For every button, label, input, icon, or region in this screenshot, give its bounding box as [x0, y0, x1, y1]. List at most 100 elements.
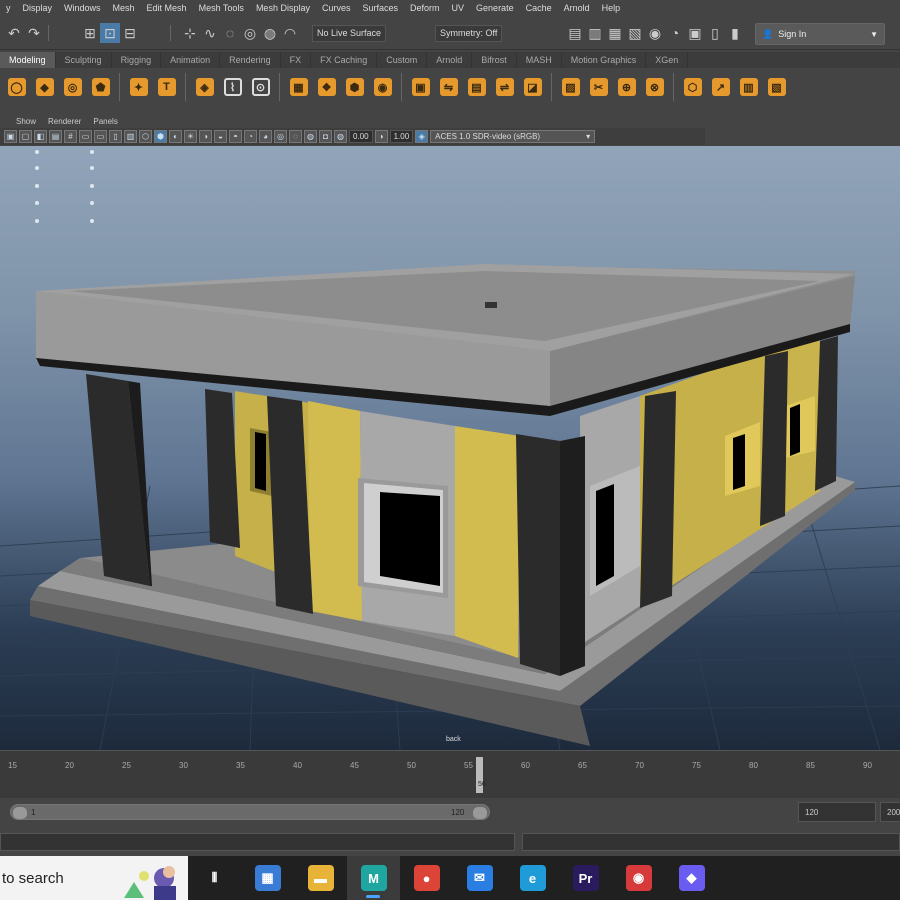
textured-icon[interactable]: ◐: [169, 130, 182, 143]
modeling-toolkit-icon[interactable]: ▣: [685, 23, 705, 43]
smooth-icon[interactable]: ◉: [370, 74, 395, 100]
shelf-tab-fx[interactable]: FX: [281, 52, 312, 68]
shelf-tab-sculpting[interactable]: Sculpting: [56, 52, 112, 68]
sign-in-button[interactable]: 👤 Sign In ▼: [755, 23, 885, 45]
gamma-field[interactable]: 1.00: [389, 130, 414, 143]
lights-icon[interactable]: ☀: [184, 130, 197, 143]
menu-mesh-tools[interactable]: Mesh Tools: [193, 3, 250, 13]
shelf-tab-fx-caching[interactable]: FX Caching: [311, 52, 378, 68]
isolate-select-icon[interactable]: ◎: [274, 130, 287, 143]
svg-icon[interactable]: ◈: [192, 74, 217, 100]
bevel-icon[interactable]: ◪: [520, 74, 545, 100]
select-hierarchy-icon[interactable]: ⊞: [80, 23, 100, 43]
planar-map-icon[interactable]: ▧: [764, 74, 789, 100]
panel-menu-panels[interactable]: Panels: [87, 117, 123, 126]
booleans-icon[interactable]: ▣: [408, 74, 433, 100]
shelf-tab-xgen[interactable]: XGen: [646, 52, 689, 68]
merge-icon[interactable]: ⊗: [642, 74, 667, 100]
render-frame-icon[interactable]: ▥: [585, 23, 605, 43]
extrude-icon[interactable]: ▤: [464, 74, 489, 100]
taskbar-search-box[interactable]: to search: [0, 856, 188, 900]
film-gate-icon[interactable]: ▭: [79, 130, 92, 143]
snap-icon[interactable]: ⊙: [248, 74, 273, 100]
ipr-render-icon[interactable]: ▦: [605, 23, 625, 43]
field-chart-icon[interactable]: ▥: [124, 130, 137, 143]
shadows-icon[interactable]: ◑: [199, 130, 212, 143]
poly-torus-icon[interactable]: ◎: [60, 74, 85, 100]
select-object-icon[interactable]: ⊡: [100, 23, 120, 43]
append-icon[interactable]: ▨: [558, 74, 583, 100]
channel-box-icon[interactable]: ▮: [725, 23, 745, 43]
target-weld-icon[interactable]: ⊕: [614, 74, 639, 100]
xray-icon[interactable]: ◌: [289, 130, 302, 143]
playback-max-field[interactable]: 200: [880, 802, 900, 822]
taskbar-copilot[interactable]: ◆: [665, 856, 718, 900]
xray-joints-icon[interactable]: ◍: [304, 130, 317, 143]
shelf-tab-modeling[interactable]: Modeling: [0, 52, 56, 68]
snap-point-icon[interactable]: ◌: [220, 23, 240, 43]
menu-help[interactable]: Help: [596, 3, 627, 13]
extract-icon[interactable]: ⬢: [342, 74, 367, 100]
separate-icon[interactable]: ❖: [314, 74, 339, 100]
taskbar-premiere-pro[interactable]: Pr: [559, 856, 612, 900]
command-input[interactable]: [0, 833, 515, 851]
mirror-icon[interactable]: ⇋: [436, 74, 461, 100]
menu-y[interactable]: y: [0, 3, 17, 13]
anti-aliasing-icon[interactable]: ◔: [244, 130, 257, 143]
live-surface-field[interactable]: No Live Surface: [312, 25, 387, 42]
menu-display[interactable]: Display: [17, 3, 59, 13]
edit-normals-icon[interactable]: ↗: [708, 74, 733, 100]
taskbar-file-explorer[interactable]: ▬: [294, 856, 347, 900]
sweep-mesh-icon[interactable]: ⌇: [220, 74, 245, 100]
shelf-tab-animation[interactable]: Animation: [161, 52, 221, 68]
smooth-shade-icon[interactable]: ⬢: [154, 130, 167, 143]
taskbar-edge[interactable]: e: [506, 856, 559, 900]
snap-curve-icon[interactable]: ∿: [200, 23, 220, 43]
arnold-render-icon[interactable]: ◔: [665, 23, 685, 43]
render-settings-icon[interactable]: ▤: [565, 23, 585, 43]
menu-edit-mesh[interactable]: Edit Mesh: [141, 3, 193, 13]
ambient-occlusion-icon[interactable]: ◒: [214, 130, 227, 143]
snap-live-icon[interactable]: ◠: [280, 23, 300, 43]
panel-menu-renderer[interactable]: Renderer: [42, 117, 87, 126]
snap-surface-icon[interactable]: ◍: [260, 23, 280, 43]
menu-generate[interactable]: Generate: [470, 3, 520, 13]
poly-cube-icon[interactable]: ◆: [32, 74, 57, 100]
menu-surfaces[interactable]: Surfaces: [356, 3, 404, 13]
3d-viewport[interactable]: back: [0, 146, 900, 750]
uv-editor-icon[interactable]: ▥: [736, 74, 761, 100]
redo-icon[interactable]: ↷: [24, 23, 44, 43]
menu-windows[interactable]: Windows: [58, 3, 107, 13]
menu-uv[interactable]: UV: [446, 3, 471, 13]
panel-menu-show[interactable]: Show: [10, 117, 42, 126]
taskbar-mail[interactable]: ✉: [453, 856, 506, 900]
grid-toggle-icon[interactable]: #: [64, 130, 77, 143]
color-management-icon[interactable]: ◈: [415, 130, 429, 143]
combine-icon[interactable]: ▦: [286, 74, 311, 100]
gate-mask-icon[interactable]: ▯: [109, 130, 122, 143]
taskbar-maya[interactable]: M: [347, 856, 400, 900]
taskbar-microsoft-store[interactable]: ▦: [241, 856, 294, 900]
wireframe-icon[interactable]: ⬡: [139, 130, 152, 143]
menu-curves[interactable]: Curves: [316, 3, 357, 13]
color-space-dropdown[interactable]: ACES 1.0 SDR-video (sRGB) ▾: [430, 130, 596, 143]
range-end-handle[interactable]: [473, 807, 487, 819]
poly-sphere-icon[interactable]: ◯: [4, 74, 29, 100]
type-text-icon[interactable]: T: [154, 74, 179, 100]
shelf-tab-motion-graphics[interactable]: Motion Graphics: [562, 52, 647, 68]
animation-end-field[interactable]: 120: [798, 802, 876, 822]
select-camera-icon[interactable]: ▣: [4, 130, 17, 143]
poly-platonic-icon[interactable]: ⬟: [88, 74, 113, 100]
bridge-icon[interactable]: ⇌: [492, 74, 517, 100]
depth-of-field-icon[interactable]: ◕: [259, 130, 272, 143]
shelf-tab-bifrost[interactable]: Bifrost: [472, 52, 517, 68]
exposure-field[interactable]: 0.00: [349, 130, 373, 143]
snap-view-icon[interactable]: ◎: [240, 23, 260, 43]
image-plane-icon[interactable]: ▤: [49, 130, 62, 143]
hypershade-icon[interactable]: ◉: [645, 23, 665, 43]
shelf-tab-mash[interactable]: MASH: [517, 52, 562, 68]
shelf-tab-arnold[interactable]: Arnold: [427, 52, 473, 68]
bookmark-icon[interactable]: ◧: [34, 130, 47, 143]
time-slider[interactable]: 56 15 20 25 30 35 40 45 50 55 60 65 70 75 80 85 90: [0, 750, 900, 798]
shelf-tab-rigging[interactable]: Rigging: [112, 52, 162, 68]
